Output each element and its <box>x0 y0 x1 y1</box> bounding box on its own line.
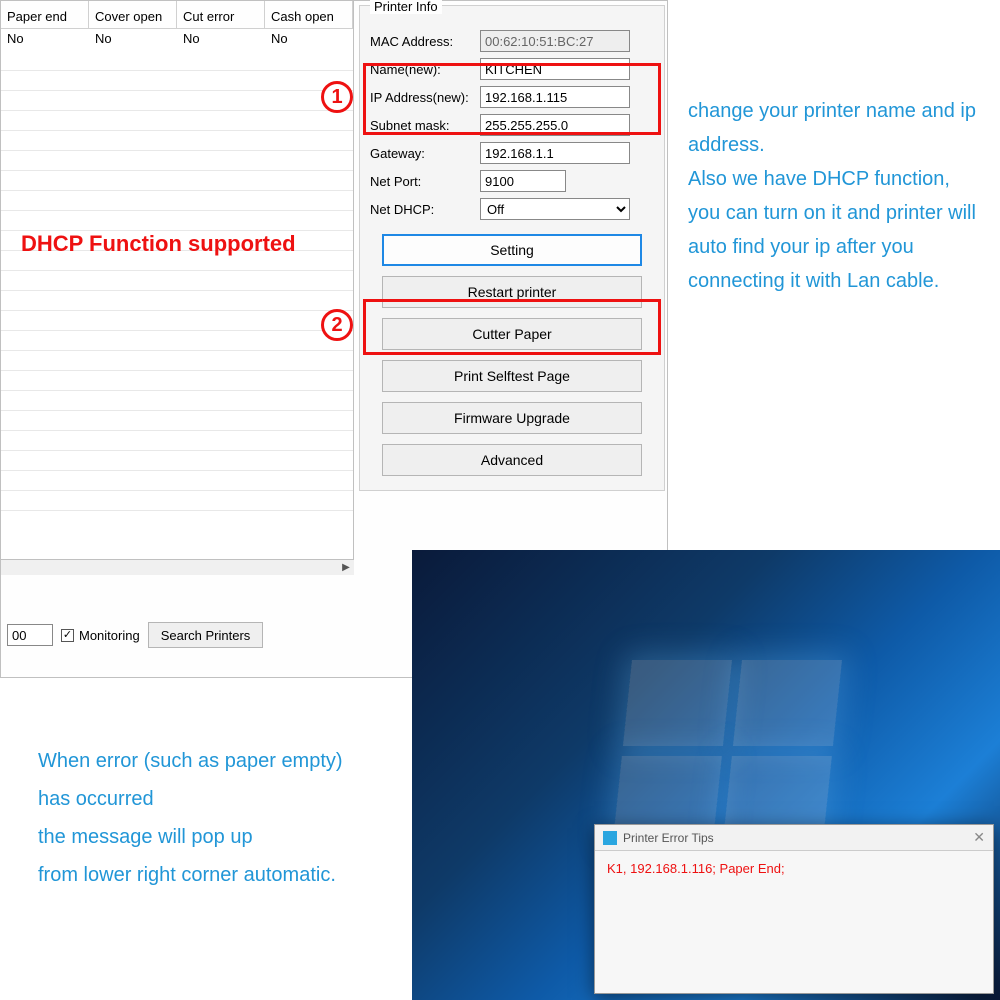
instruction-bottom: When error (such as paper empty) has occ… <box>38 742 388 894</box>
table-row <box>1 171 353 191</box>
dhcp-select[interactable]: Off <box>480 198 630 220</box>
subnet-field[interactable] <box>480 114 630 136</box>
table-row <box>1 91 353 111</box>
table-row <box>1 51 353 71</box>
mac-field <box>480 30 630 52</box>
panel-title: Printer Info <box>370 0 442 14</box>
table-row <box>1 191 353 211</box>
table-row <box>1 151 353 171</box>
h-scrollbar[interactable]: ▶ <box>1 559 354 575</box>
table-row <box>1 351 353 371</box>
check-icon: ✓ <box>61 629 74 642</box>
app-icon <box>603 831 617 845</box>
windows-logo-icon <box>612 660 852 850</box>
gateway-field[interactable] <box>480 142 630 164</box>
cell: No <box>177 29 265 51</box>
table-row <box>1 491 353 511</box>
col-paper-end[interactable]: Paper end <box>1 1 89 29</box>
table-row <box>1 331 353 351</box>
name-field[interactable] <box>480 58 630 80</box>
table-row <box>1 311 353 331</box>
bottom-bar: ✓ Monitoring Search Printers <box>1 593 354 677</box>
col-cash-open[interactable]: Cash open <box>265 1 353 29</box>
windows-desktop: Printer Error Tips ✕ K1, 192.168.1.116; … <box>412 550 1000 1000</box>
ip-label: IP Address(new): <box>370 90 480 105</box>
table-row <box>1 431 353 451</box>
cell: No <box>265 29 353 51</box>
search-printers-button[interactable]: Search Printers <box>148 622 264 648</box>
advanced-button[interactable]: Advanced <box>382 444 642 476</box>
table-row <box>1 111 353 131</box>
cell: No <box>1 29 89 51</box>
restart-button[interactable]: Restart printer <box>382 276 642 308</box>
table-row <box>1 291 353 311</box>
scroll-right-icon[interactable]: ▶ <box>338 561 354 575</box>
status-table: Paper end Cover open Cut error Cash open… <box>1 1 354 575</box>
instruction-right: change your printer name and ip address.… <box>688 94 978 298</box>
close-icon[interactable]: ✕ <box>973 829 985 846</box>
interval-input[interactable] <box>7 624 53 646</box>
col-cut-error[interactable]: Cut error <box>177 1 265 29</box>
dhcp-label: Net DHCP: <box>370 202 480 217</box>
popup-title-text: Printer Error Tips <box>623 831 714 845</box>
firmware-button[interactable]: Firmware Upgrade <box>382 402 642 434</box>
subnet-label: Subnet mask: <box>370 118 480 133</box>
table-row <box>1 451 353 471</box>
port-label: Net Port: <box>370 174 480 189</box>
selftest-button[interactable]: Print Selftest Page <box>382 360 642 392</box>
name-label: Name(new): <box>370 62 480 77</box>
table-row <box>1 71 353 91</box>
monitoring-label: Monitoring <box>79 628 140 643</box>
mac-label: MAC Address: <box>370 34 480 49</box>
marker-1-icon: 1 <box>321 81 353 113</box>
error-popup[interactable]: Printer Error Tips ✕ K1, 192.168.1.116; … <box>594 824 994 994</box>
cutter-button[interactable]: Cutter Paper <box>382 318 642 350</box>
gateway-label: Gateway: <box>370 146 480 161</box>
printer-info-panel: Printer Info MAC Address: Name(new): IP … <box>359 5 665 491</box>
table-row <box>1 131 353 151</box>
popup-message: K1, 192.168.1.116; Paper End; <box>595 851 993 886</box>
monitoring-checkbox[interactable]: ✓ Monitoring <box>61 628 140 643</box>
table-row <box>1 471 353 491</box>
cell: No <box>89 29 177 51</box>
dhcp-supported-note: DHCP Function supported <box>21 231 296 257</box>
table-header: Paper end Cover open Cut error Cash open <box>1 1 353 29</box>
table-row <box>1 211 353 231</box>
port-field[interactable] <box>480 170 566 192</box>
table-row <box>1 371 353 391</box>
setting-button[interactable]: Setting <box>382 234 642 266</box>
ip-field[interactable] <box>480 86 630 108</box>
col-cover-open[interactable]: Cover open <box>89 1 177 29</box>
popup-titlebar[interactable]: Printer Error Tips ✕ <box>595 825 993 851</box>
table-row <box>1 271 353 291</box>
table-row <box>1 411 353 431</box>
marker-2-icon: 2 <box>321 309 353 341</box>
table-row[interactable]: No No No No <box>1 29 353 51</box>
table-row <box>1 391 353 411</box>
